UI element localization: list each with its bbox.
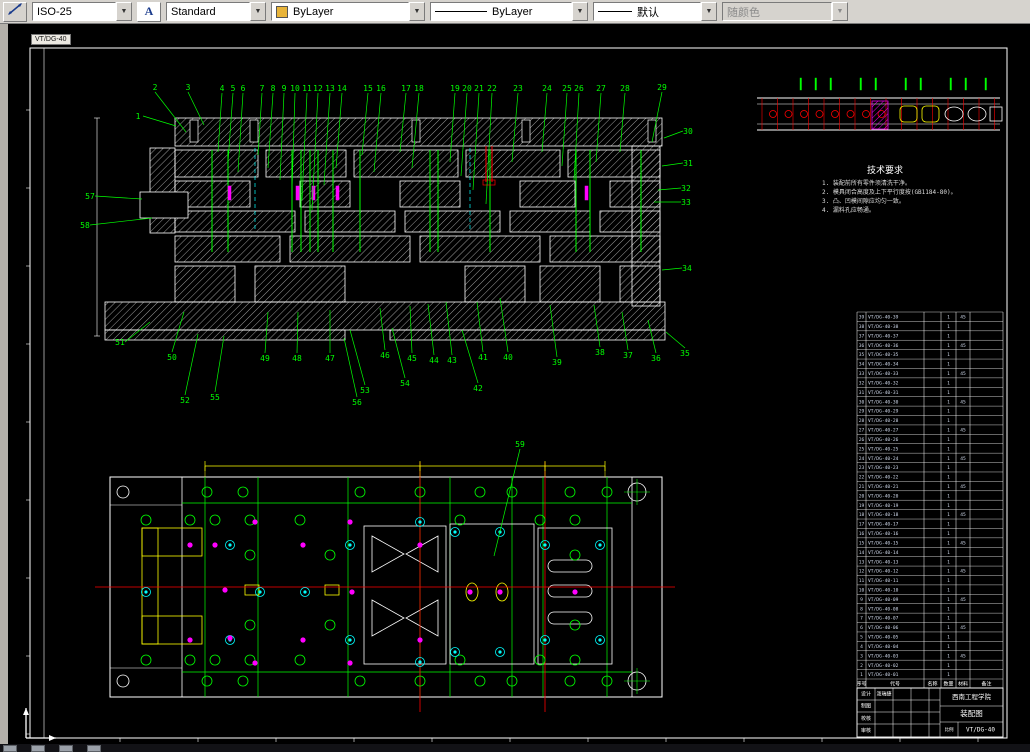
dimstyle-button[interactable] [3, 2, 27, 22]
color-select[interactable]: ByLayer ▼ [271, 2, 425, 21]
status-bar [0, 744, 1030, 752]
textstyle-icon: A [145, 4, 154, 19]
drawing-canvas[interactable] [8, 24, 1030, 744]
status-chip[interactable] [31, 745, 45, 752]
status-chip[interactable] [59, 745, 73, 752]
lineweight-value: 默认 [593, 2, 701, 21]
textstyle-value: Standard [166, 2, 250, 21]
textstyle-select[interactable]: Standard ▼ [166, 2, 266, 21]
model-tab[interactable]: VT/DG-40 [31, 34, 71, 45]
textstyle-button[interactable]: A [137, 2, 161, 22]
lineweight-sample-icon [598, 11, 632, 12]
dimstyle-value: ISO-25 [32, 2, 116, 21]
top-toolbar: ISO-25 ▼ A Standard ▼ ByLayer ▼ ByLayer … [0, 0, 1030, 24]
chevron-down-icon[interactable]: ▼ [116, 2, 132, 21]
chevron-down-icon[interactable]: ▼ [572, 2, 588, 21]
color-swatch-icon [276, 6, 288, 18]
color-value: ByLayer [271, 2, 409, 21]
linetype-sample-icon [435, 11, 487, 12]
plotstyle-value: 随颜色 [722, 2, 832, 21]
dimstyle-select[interactable]: ISO-25 ▼ [32, 2, 132, 21]
linetype-select[interactable]: ByLayer ▼ [430, 2, 588, 21]
chevron-down-icon[interactable]: ▼ [409, 2, 425, 21]
linetype-value: ByLayer [430, 2, 572, 21]
status-chip[interactable] [87, 745, 101, 752]
left-dock-strip [0, 24, 8, 744]
chevron-down-icon[interactable]: ▼ [701, 2, 717, 21]
plotstyle-select: 随颜色 ▼ [722, 2, 848, 21]
chevron-down-icon[interactable]: ▼ [250, 2, 266, 21]
chevron-down-icon: ▼ [832, 2, 848, 21]
lineweight-select[interactable]: 默认 ▼ [593, 2, 717, 21]
status-chip[interactable] [3, 745, 17, 752]
dimstyle-icon [7, 2, 23, 21]
